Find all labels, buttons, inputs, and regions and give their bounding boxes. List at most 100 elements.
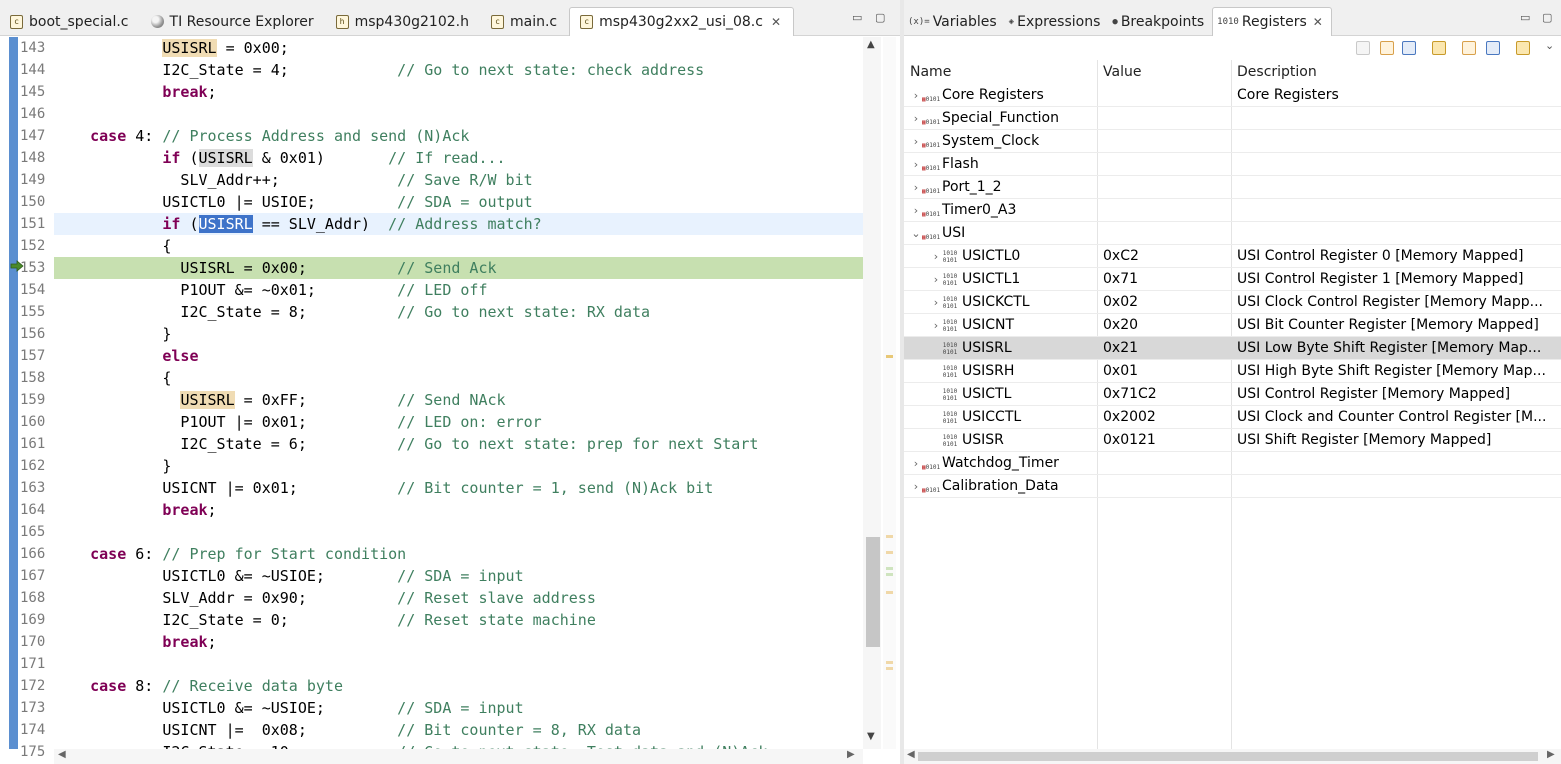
code-line[interactable]: else [54, 345, 863, 367]
chevron-right-icon[interactable]: › [910, 84, 922, 107]
code-line[interactable]: } [54, 455, 863, 477]
editor-tab[interactable]: c main.c [481, 7, 569, 36]
register-row[interactable]: › ▦0101 Watchdog_Timer [904, 452, 1561, 475]
occurrence-marker[interactable] [886, 667, 893, 670]
occurrence-marker[interactable] [886, 661, 893, 664]
register-value-cell[interactable] [1097, 107, 1231, 130]
scroll-up-icon[interactable]: ▲ [867, 39, 875, 50]
current-execution-line[interactable]: USISRL = 0x00; // Send Ack [54, 257, 863, 279]
register-row[interactable]: 1010 0101 USICCTL 0x2002 USI Clock and Count… [904, 406, 1561, 429]
register-value-cell[interactable] [1097, 130, 1231, 153]
chevron-right-icon[interactable]: › [910, 130, 922, 153]
editor-tab[interactable]: TI Resource Explorer [141, 7, 326, 36]
occurrence-marker[interactable] [886, 567, 893, 570]
register-value-cell[interactable]: 0x2002 [1097, 406, 1231, 429]
code-line[interactable]: { [54, 367, 863, 389]
register-value-cell[interactable] [1097, 153, 1231, 176]
scroll-left-icon[interactable]: ◀ [907, 749, 915, 760]
register-row[interactable]: › ▦0101 Flash [904, 153, 1561, 176]
occurrence-marker[interactable] [886, 573, 893, 576]
refresh-icon[interactable] [1432, 41, 1446, 55]
register-value-cell[interactable]: 0xC2 [1097, 245, 1231, 268]
occurrence-marker[interactable] [886, 591, 893, 594]
column-header-description[interactable]: Description [1231, 60, 1317, 84]
code-line[interactable] [54, 103, 863, 125]
code-text-area[interactable]: USISRL = 0x00; I2C_State = 4; // Go to n… [54, 37, 863, 749]
occurrence-marker[interactable] [886, 551, 893, 554]
chevron-right-icon[interactable]: › [930, 268, 942, 291]
code-line[interactable]: case 8: // Receive data byte [54, 675, 863, 697]
number-format-icon[interactable] [1356, 41, 1370, 55]
code-line[interactable] [54, 653, 863, 675]
register-value-cell[interactable]: 0x71 [1097, 268, 1231, 291]
editor-tab[interactable]: h msp430g2102.h [326, 7, 481, 36]
register-value-cell[interactable]: 0x01 [1097, 360, 1231, 383]
overview-ruler[interactable] [883, 37, 896, 749]
code-line[interactable]: break; [54, 631, 863, 653]
chevron-down-icon[interactable]: ⌄ [910, 222, 922, 245]
maximize-icon[interactable]: ▢ [875, 11, 885, 24]
register-value-cell[interactable]: 0x71C2 [1097, 383, 1231, 406]
code-line[interactable]: } [54, 323, 863, 345]
register-value-cell[interactable] [1097, 199, 1231, 222]
continuous-refresh-icon[interactable] [1516, 41, 1530, 55]
minimize-icon[interactable]: ▭ [852, 11, 862, 24]
register-row[interactable]: › ▦0101 Timer0_A3 [904, 199, 1561, 222]
register-row[interactable]: › ▦0101 Special_Function [904, 107, 1561, 130]
export-icon[interactable] [1486, 41, 1500, 55]
code-line[interactable]: SLV_Addr = 0x90; // Reset slave address [54, 587, 863, 609]
code-line[interactable]: { [54, 235, 863, 257]
code-line[interactable]: I2C_State = 0; // Reset state machine [54, 609, 863, 631]
code-line[interactable]: SLV_Addr++; // Save R/W bit [54, 169, 863, 191]
register-value-cell[interactable]: 0x02 [1097, 291, 1231, 314]
code-line[interactable]: break; [54, 499, 863, 521]
close-icon[interactable]: ✕ [771, 15, 781, 29]
register-row[interactable]: 1010 0101 USISRL 0x21 USI Low Byte Shift Reg… [904, 337, 1561, 360]
register-row[interactable]: › ▦0101 Calibration_Data [904, 475, 1561, 498]
register-row[interactable]: › 1010 0101 USICTL0 0xC2 USI Control Register… [904, 245, 1561, 268]
code-line[interactable]: break; [54, 81, 863, 103]
view-tab-breakpoints[interactable]: ● Breakpoints [1108, 7, 1212, 36]
occurrence-marker[interactable] [886, 355, 893, 358]
code-line[interactable]: I2C_State = 8; // Go to next state: RX d… [54, 301, 863, 323]
code-line[interactable]: if (USISRL == SLV_Addr) // Address match… [54, 213, 863, 235]
scroll-left-icon[interactable]: ◀ [58, 749, 66, 760]
register-value-cell[interactable] [1097, 475, 1231, 498]
registers-tree[interactable]: › ▦0101 Core Registers Core Registers › ▦0101… [904, 84, 1561, 498]
view-tab-expressions[interactable]: ◈ Expressions [1005, 7, 1109, 36]
maximize-icon[interactable]: ▢ [1542, 11, 1552, 24]
register-row[interactable]: › ▦0101 Port_1_2 [904, 176, 1561, 199]
expand-icon[interactable] [1380, 41, 1394, 55]
register-value-cell[interactable] [1097, 452, 1231, 475]
register-row[interactable]: 1010 0101 USICTL 0x71C2 USI Control Register… [904, 383, 1561, 406]
editor-tab[interactable]: c boot_special.c [0, 7, 141, 36]
chevron-right-icon[interactable]: › [910, 199, 922, 222]
chevron-right-icon[interactable]: › [910, 153, 922, 176]
code-line[interactable]: USICTL0 |= USIOE; // SDA = output [54, 191, 863, 213]
code-line[interactable]: I2C_State = 4; // Go to next state: chec… [54, 59, 863, 81]
code-line[interactable]: case 4: // Process Address and send (N)A… [54, 125, 863, 147]
chevron-right-icon[interactable]: › [930, 291, 942, 314]
register-row[interactable]: › 1010 0101 USICTL1 0x71 USI Control Register… [904, 268, 1561, 291]
register-row[interactable]: 1010 0101 USISRH 0x01 USI High Byte Shift Re… [904, 360, 1561, 383]
column-header-name[interactable]: Name [904, 60, 951, 84]
scroll-right-icon[interactable]: ▶ [1547, 749, 1555, 760]
code-line[interactable]: case 6: // Prep for Start condition [54, 543, 863, 565]
register-value-cell[interactable] [1097, 222, 1231, 245]
code-line[interactable]: USICNT |= 0x08; // Bit counter = 8, RX d… [54, 719, 863, 741]
scroll-right-icon[interactable]: ▶ [847, 749, 855, 760]
new-group-icon[interactable] [1462, 41, 1476, 55]
occurrence-marker[interactable] [886, 535, 893, 538]
register-value-cell[interactable]: 0x0121 [1097, 429, 1231, 452]
code-line[interactable]: if (USISRL & 0x01) // If read... [54, 147, 863, 169]
chevron-right-icon[interactable]: › [910, 475, 922, 498]
code-line[interactable]: USISRL = 0x00; [54, 37, 863, 59]
chevron-right-icon[interactable]: › [910, 107, 922, 130]
collapse-all-icon[interactable] [1402, 41, 1416, 55]
registers-horizontal-scrollbar[interactable]: ◀ ▶ [904, 749, 1561, 764]
view-tab-variables[interactable]: (x)= Variables [904, 7, 1005, 36]
code-line[interactable]: I2C_State = 10; // Go to next state: Tes… [54, 741, 863, 749]
minimize-icon[interactable]: ▭ [1520, 11, 1530, 24]
register-value-cell[interactable] [1097, 176, 1231, 199]
code-line[interactable]: USISRL = 0xFF; // Send NAck [54, 389, 863, 411]
